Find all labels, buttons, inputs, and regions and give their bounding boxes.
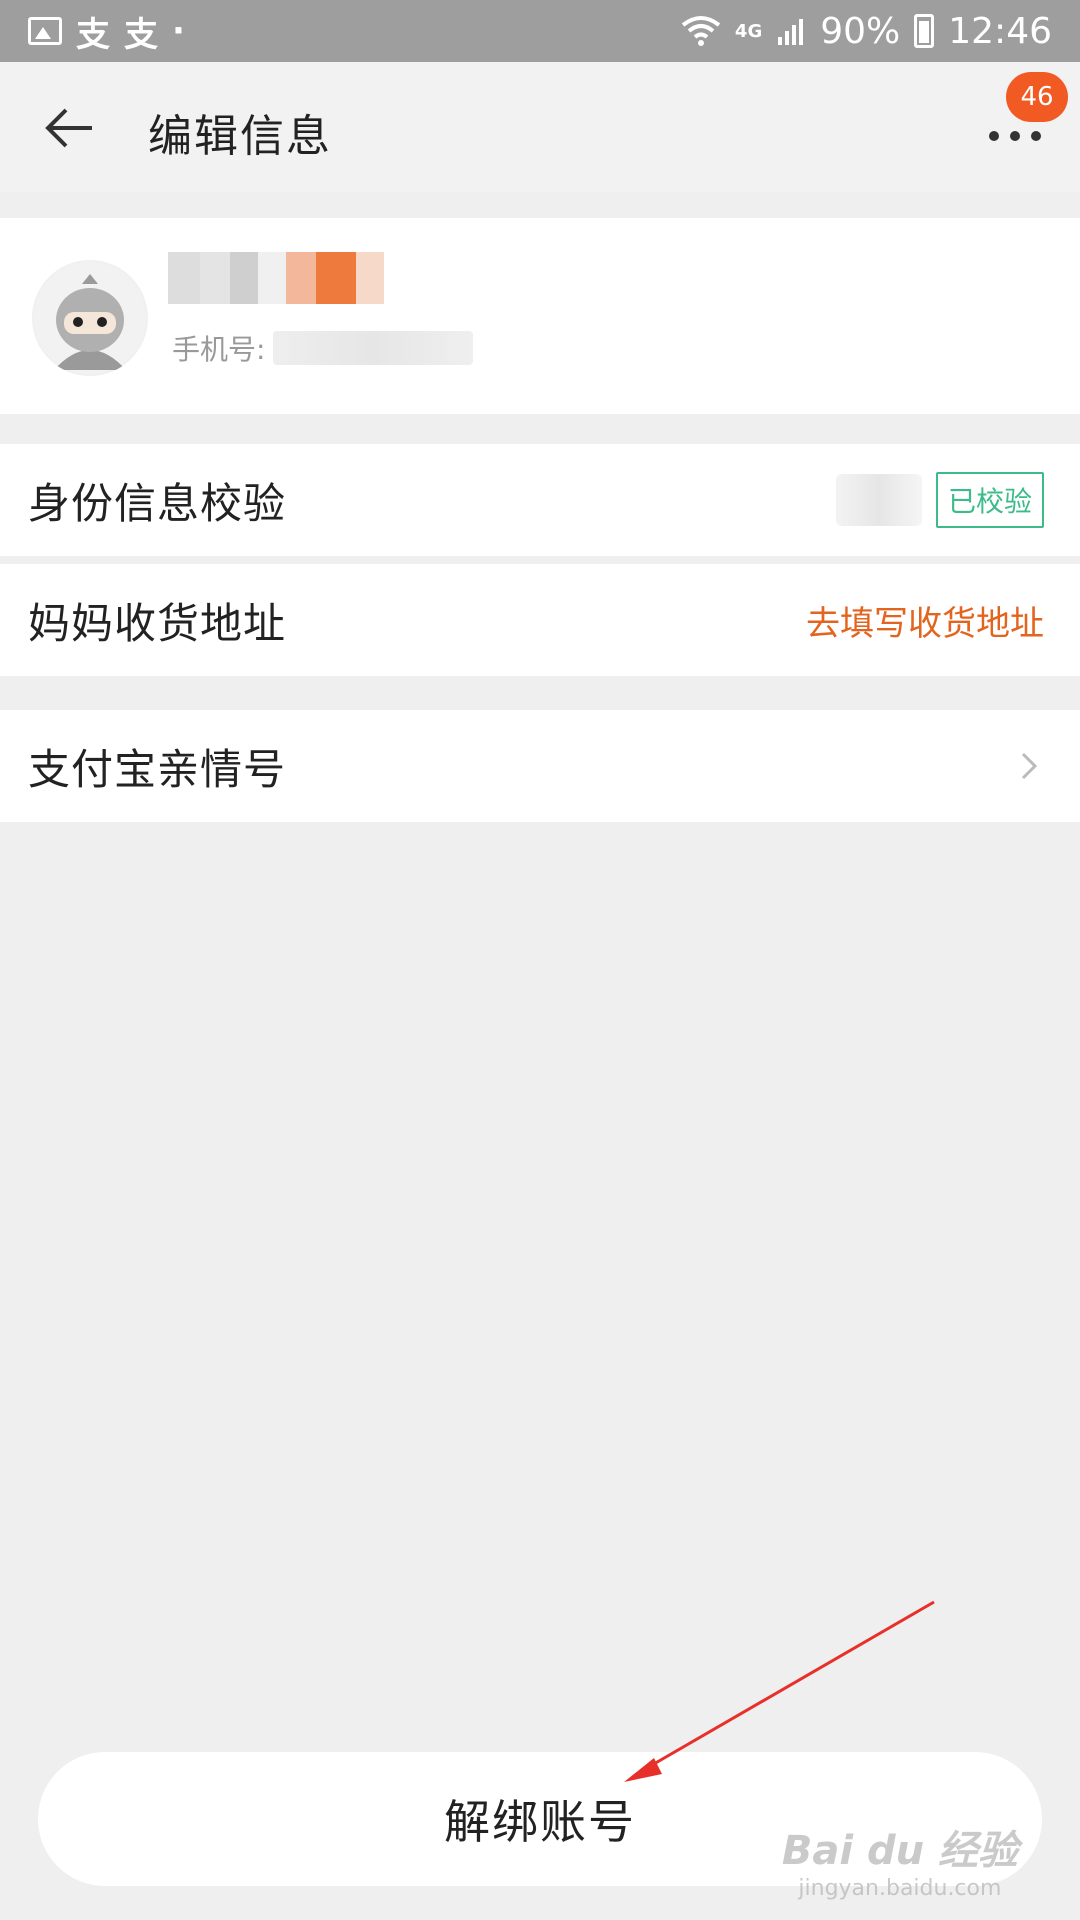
back-arrow-icon — [45, 108, 92, 148]
notification-badge: 46 — [1006, 72, 1068, 122]
fill-address-link[interactable]: 去填写收货地址 — [806, 596, 1044, 645]
signal-icon — [778, 19, 804, 45]
more-notifications-dot: · — [172, 11, 185, 51]
clock: 12:46 — [948, 10, 1052, 52]
identity-verification-row[interactable]: 身份信息校验 已校验 — [0, 444, 1080, 556]
watermark-url: jingyan.baidu.com — [798, 1876, 1002, 1901]
redacted-value — [835, 474, 922, 526]
app-header: 编辑信息 46 — [0, 62, 1080, 192]
watermark-logo: Bai du 经验 — [781, 1828, 1018, 1874]
identity-verification-right: 已校验 — [835, 444, 1044, 556]
chevron-right-icon — [1021, 752, 1038, 780]
back-button[interactable] — [40, 98, 100, 158]
alipay-family-row[interactable]: 支付宝亲情号 — [0, 710, 1080, 822]
verified-badge: 已校验 — [935, 472, 1044, 528]
app-notification-glyph: 支 — [124, 14, 158, 55]
status-left: 支 支 · — [28, 7, 185, 56]
alipay-family-right — [1014, 710, 1044, 822]
battery-percent: 90% — [820, 10, 901, 52]
nickname-redacted — [168, 252, 384, 304]
phone-number-redacted — [273, 331, 474, 365]
gallery-notification-icon — [28, 17, 62, 45]
phone-label: 手机号: — [172, 333, 266, 366]
mom-address-row[interactable]: 妈妈收货地址 去填写收货地址 — [0, 564, 1080, 676]
profile-card[interactable]: 手机号: — [0, 218, 1080, 414]
phone-row: 手机号: — [172, 328, 474, 368]
avatar[interactable] — [32, 260, 148, 376]
status-right: 4G 90% 12:46 — [681, 11, 1052, 52]
app-notification-glyph: 支 — [76, 14, 110, 55]
mom-address-right: 去填写收货地址 — [806, 564, 1044, 676]
mom-address-label: 妈妈收货地址 — [28, 598, 287, 648]
watermark: Bai du 经验 jingyan.baidu.com — [782, 1818, 1018, 1901]
status-bar: 支 支 · 4G 90% 12:46 — [0, 0, 1080, 62]
wifi-icon — [681, 16, 721, 46]
identity-verification-label: 身份信息校验 — [28, 478, 287, 528]
page-title: 编辑信息 — [148, 111, 332, 162]
network-type-label: 4G — [734, 20, 763, 42]
battery-icon — [914, 14, 935, 48]
ninja-avatar-icon — [34, 262, 146, 374]
alipay-family-label: 支付宝亲情号 — [28, 744, 287, 794]
